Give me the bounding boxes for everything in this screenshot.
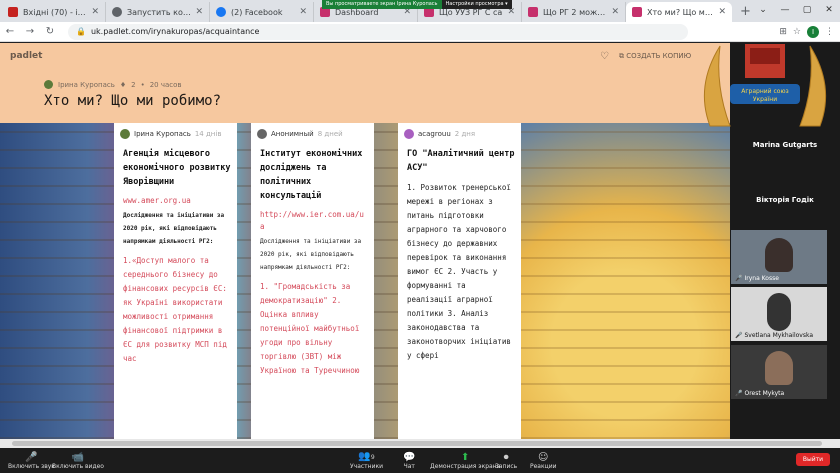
make-copy-button[interactable]: ⧉ СОЗДАТЬ КОПИЮ: [619, 52, 691, 61]
browser-tab[interactable]: Вхідні (70) - iryna.k✕: [2, 2, 106, 22]
participant-silhouette: [765, 351, 793, 385]
viewing-label: Вы просматриваете экран Ірина Куропась: [322, 0, 442, 9]
heart-icon[interactable]: ♡: [600, 51, 609, 62]
post-note: Дослідження та ініціативи за 2020 рік, я…: [260, 238, 362, 271]
participant-video[interactable]: 🎤 Svetlana Mykhailovska: [731, 287, 827, 341]
post-header: Ірина Куропась 14 днів: [114, 123, 237, 139]
lock-icon: 🔒: [76, 27, 86, 36]
tab-search-icon[interactable]: ⌄: [752, 0, 774, 22]
close-icon[interactable]: ✕: [195, 7, 203, 17]
participant-video[interactable]: 🎤 Iryna Kosse: [731, 230, 827, 284]
padlet-icon: [528, 7, 538, 17]
muted-mic-icon: 🎤: [735, 332, 743, 339]
meeting-toolbar: 🎤 Включить звук 📹 Включить видео 👥9 Участни…: [0, 448, 840, 473]
participant-video[interactable]: 🎤 Orest Mykyta: [731, 345, 827, 399]
like-icon: ♦: [119, 80, 127, 89]
window-controls: ⌄ — ▢ ✕: [752, 0, 840, 22]
post-card[interactable]: Анонимный 8 дней Інститут економічних до…: [251, 123, 374, 439]
post-link[interactable]: www.amer.org.ua: [114, 189, 237, 207]
gmail-icon: [8, 7, 18, 17]
camera-icon: 📹: [71, 451, 85, 463]
url-field[interactable]: 🔒 uk.padlet.com/irynakuropas/acquaintanc…: [68, 23, 688, 40]
share-screen-button[interactable]: ⬆ Демонстрация экрана: [430, 448, 500, 473]
close-icon[interactable]: ✕: [611, 7, 619, 17]
padlet-logo[interactable]: padlet: [10, 51, 42, 61]
reactions-button[interactable]: ☺ Реакции: [530, 448, 557, 473]
page-title: Хто ми? Що ми робимо?: [44, 93, 222, 109]
padlet-meta: Ірина Куропась ♦ 2 • 20 часов: [44, 80, 182, 89]
screen-share-banner: Вы просматриваете экран Ірина Куропась Н…: [322, 0, 512, 9]
minimize-icon[interactable]: —: [774, 0, 796, 22]
muted-mic-icon: 🎤: [735, 390, 743, 397]
svg-text:України: України: [753, 96, 777, 103]
chat-icon: 💬: [403, 451, 416, 463]
post-title: Агенція місцевого економічного розвитку …: [123, 149, 231, 187]
reactions-icon: ☺: [538, 451, 549, 463]
leave-meeting-button[interactable]: Выйти: [795, 453, 830, 466]
view-options-button[interactable]: Настройки просмотра ▾: [441, 0, 512, 9]
horizontal-scrollbar[interactable]: [0, 439, 840, 448]
screen: { "browser": { "tabs": [ {"title": "Вхід…: [0, 0, 840, 473]
post-body: 1. "Громадськість за демократизацію" 2. …: [260, 282, 360, 375]
padlet-icon: [632, 7, 642, 17]
participants-icon: 👥9: [358, 451, 375, 462]
avatar: [120, 129, 130, 139]
avatar: [44, 80, 53, 89]
post-card[interactable]: Ірина Куропась 14 днів Агенція місцевого…: [114, 123, 237, 439]
reload-icon[interactable]: ↻: [40, 26, 60, 37]
scroll-thumb[interactable]: [12, 441, 822, 446]
participant-name: Вікторія Годік: [756, 196, 814, 204]
svg-text:Аграрний союз: Аграрний союз: [741, 88, 788, 95]
back-icon[interactable]: ←: [0, 26, 20, 37]
browser-tab[interactable]: Запустить конфер✕: [106, 2, 210, 22]
record-icon: ⏺: [503, 451, 509, 463]
browser-tab[interactable]: (2) Facebook ✕: [210, 2, 314, 22]
facebook-icon: [216, 7, 226, 17]
post-header: Анонимный 8 дней: [251, 123, 374, 139]
maximize-icon[interactable]: ▢: [796, 0, 818, 22]
separator-dot: •: [140, 80, 145, 89]
post-body: 1.«Доступ малого та середнього бізнесу д…: [123, 256, 227, 363]
browser-tab-active[interactable]: Хто ми? Що ми ро ✕: [626, 2, 732, 22]
close-icon[interactable]: ✕: [718, 7, 726, 17]
padlet-actions: ♡ ⧉ СОЗДАТЬ КОПИЮ: [600, 51, 691, 62]
chat-button[interactable]: 💬 Чат: [403, 448, 415, 473]
post-note: Дослідження та ініціативи за 2020 рік, я…: [123, 212, 225, 245]
participants-button[interactable]: 👥9 Участники: [350, 448, 383, 473]
close-icon[interactable]: ✕: [91, 7, 99, 17]
agrarian-union-emblem: Аграрний союз України: [703, 44, 827, 127]
participant-silhouette: [767, 293, 791, 331]
post-link[interactable]: http://www.ier.com.ua/ua: [251, 203, 374, 233]
wall-background-right: [520, 123, 730, 439]
mic-icon: 🎤: [25, 451, 38, 463]
participant-name: Marina Gutgarts: [752, 141, 818, 149]
post-header: acagrouu 2 дня: [398, 123, 521, 139]
share-screen-icon: ⬆: [460, 451, 470, 463]
avatar: [404, 129, 414, 139]
participant-silhouette: [765, 238, 793, 272]
post-card[interactable]: acagrouu 2 дня ГО "Аналітичний центр АСУ…: [398, 123, 521, 439]
unmute-button[interactable]: 🎤 Включить звук: [8, 448, 55, 473]
forward-icon[interactable]: →: [20, 26, 40, 37]
muted-mic-icon: 🎤: [735, 275, 743, 282]
browser-tab[interactable]: Що РГ 2 може да ✕: [522, 2, 626, 22]
close-window-icon[interactable]: ✕: [818, 0, 840, 22]
post-body: 1. Розвиток тренерської мережі в регіона…: [407, 183, 511, 360]
record-button[interactable]: ⏺ Запись: [495, 448, 517, 473]
post-title: ГО "Аналітичний центр АСУ": [407, 149, 515, 173]
start-video-button[interactable]: 📹 Включить видео: [52, 448, 104, 473]
post-title: Інститут економічних досліджень та політ…: [260, 149, 363, 201]
globe-icon: [112, 7, 122, 17]
anonymous-avatar: [257, 129, 267, 139]
close-icon[interactable]: ✕: [299, 7, 307, 17]
